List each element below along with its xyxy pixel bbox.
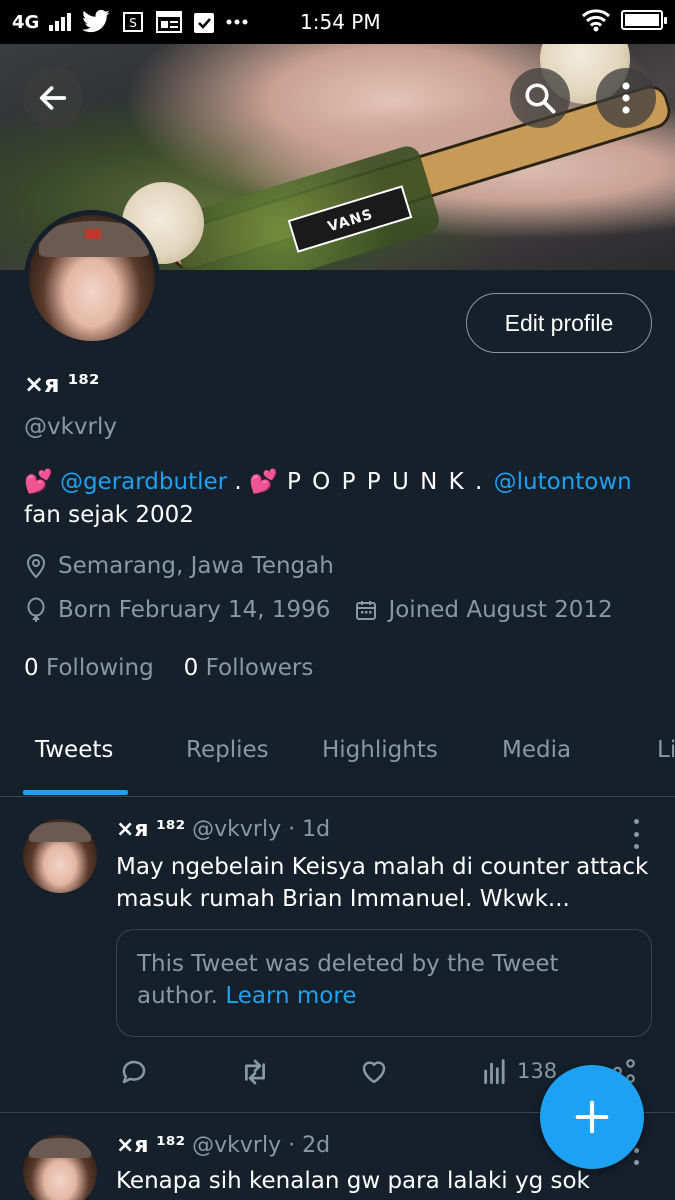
followers-count: 0 [183, 655, 199, 681]
retweet-icon [245, 1059, 265, 1085]
profile-avatar[interactable] [24, 210, 160, 346]
analytics-icon [484, 1059, 505, 1085]
following-count: 0 [24, 655, 39, 681]
tweet-author-name: ×я ¹⁸² [116, 817, 186, 842]
joined-text: Joined August 2012 [388, 597, 613, 623]
profile-name: ×я ¹⁸² [24, 370, 100, 398]
compose-tweet-button[interactable] [540, 1065, 644, 1169]
more-options-button[interactable] [596, 68, 656, 128]
tweet-avatar[interactable] [23, 1135, 97, 1200]
search-icon [525, 83, 556, 114]
active-tab-indicator [23, 790, 128, 795]
calendar-icon [356, 601, 377, 620]
status-bar: 4G S 1:54 PM [0, 0, 675, 44]
back-button[interactable] [23, 68, 83, 128]
svg-text:S: S [130, 16, 138, 30]
location-row: Semarang, Jawa Tengah [24, 553, 334, 579]
tweet-header: ×я ¹⁸² @vkvrly · 1d [116, 817, 330, 842]
more-dots-icon [225, 18, 249, 26]
dates-row: Born February 14, 1996 Joined August 201… [24, 597, 613, 623]
shop-icon: S [121, 10, 145, 34]
arrow-left-icon [39, 86, 67, 110]
tab-tweets[interactable]: Tweets [35, 737, 113, 763]
bio-separator: . [227, 469, 250, 495]
plus-icon [575, 1100, 609, 1134]
heart-emoji: 💕 [24, 469, 53, 495]
twitter-icon [81, 9, 111, 35]
deleted-tweet-notice: This Tweet was deleted by the Tweet auth… [116, 929, 652, 1037]
tweet-author-name: ×я ¹⁸² [116, 1133, 186, 1158]
profile-tabs: Tweets Replies Highlights Media Li [0, 725, 675, 797]
follow-stats: 0 Following 0 Followers [24, 655, 313, 681]
analytics-button[interactable]: 138 [481, 1057, 557, 1085]
tab-highlights[interactable]: Highlights [322, 737, 438, 763]
tweet-item[interactable]: ×я ¹⁸² @vkvrly · 1d May ngebelain Keisya… [0, 797, 675, 1112]
tweet-header: ×я ¹⁸² @vkvrly · 2d [116, 1133, 330, 1158]
birthday-text: Born February 14, 1996 [58, 597, 331, 623]
tweet-text: Kenapa sih kenalan gw para lalaki yg sok [116, 1168, 590, 1194]
location-pin-icon [26, 553, 46, 579]
profile-handle: @vkvrly [24, 414, 117, 440]
mention-link[interactable]: @lutontown [494, 469, 632, 495]
search-button[interactable] [510, 68, 570, 128]
balloon-icon [27, 597, 45, 622]
tab-likes[interactable]: Li [657, 737, 675, 763]
following-link[interactable]: 0 Following [24, 655, 154, 681]
wifi-icon [581, 8, 611, 32]
tab-replies[interactable]: Replies [186, 737, 269, 763]
more-vertical-icon [622, 82, 630, 114]
profile-bio: 💕 @gerardbutler . 💕 P O P P U N K . @lut… [24, 468, 664, 495]
like-button[interactable] [359, 1057, 389, 1087]
tweet-avatar[interactable] [23, 819, 97, 893]
following-label: Following [45, 655, 154, 681]
news-icon [155, 10, 183, 34]
tweet-text: May ngebelain Keisya malah di counter at… [116, 854, 649, 912]
bio-line-2: fan sejak 2002 [24, 502, 194, 528]
reply-button[interactable] [119, 1057, 149, 1087]
tweet-handle-time: @vkvrly · 2d [192, 1133, 331, 1158]
network-type: 4G [12, 11, 40, 33]
heart-icon [362, 1061, 386, 1084]
reply-icon [122, 1060, 146, 1084]
retweet-button[interactable] [239, 1057, 271, 1087]
signal-icon [49, 13, 72, 31]
mention-link[interactable]: @gerardbutler [60, 469, 227, 495]
tweet-handle-time: @vkvrly · 1d [192, 817, 331, 842]
battery-icon [621, 10, 667, 30]
heart-emoji: 💕 [249, 469, 278, 495]
edit-profile-button[interactable]: Edit profile [466, 293, 652, 353]
avatar-cap-shape [39, 221, 149, 257]
followers-link[interactable]: 0 Followers [184, 655, 314, 681]
calendar-check-icon [193, 10, 215, 34]
bio-text: P O P P U N K . [277, 469, 494, 495]
tweet-more-button[interactable] [626, 819, 646, 849]
clock: 1:54 PM [300, 10, 381, 34]
views-count: 138 [517, 1059, 558, 1083]
followers-label: Followers [205, 655, 314, 681]
learn-more-link[interactable]: Learn more [225, 983, 356, 1009]
tab-media[interactable]: Media [502, 737, 571, 763]
location-text: Semarang, Jawa Tengah [58, 553, 334, 579]
